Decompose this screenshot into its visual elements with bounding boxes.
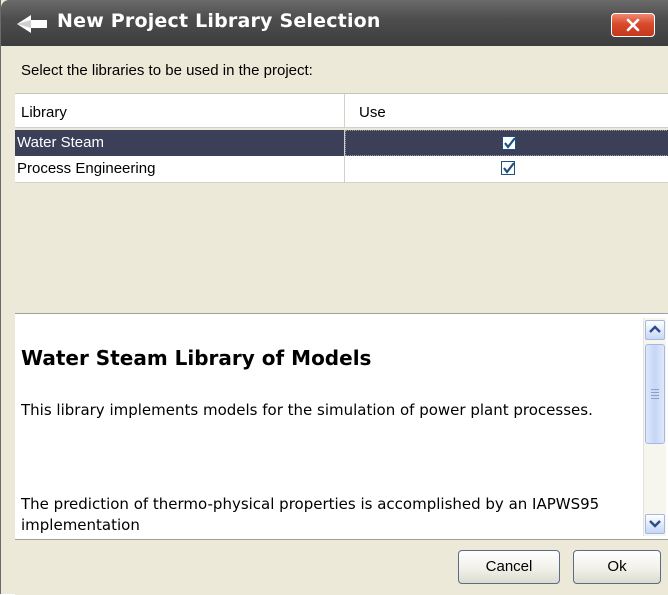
description-paragraph: The prediction of thermo-physical proper… (21, 495, 600, 534)
dialog-window: New Project Library Selection Select the… (0, 0, 668, 595)
title-bar[interactable]: New Project Library Selection (1, 0, 668, 46)
chevron-down-icon (649, 520, 661, 528)
description-heading: Water Steam Library of Models (21, 346, 372, 370)
grip-line (651, 398, 659, 399)
checkmark-icon (503, 162, 515, 174)
scroll-thumb[interactable] (645, 344, 665, 444)
ok-button[interactable]: Ok (573, 550, 661, 584)
description-paragraph: This library implements models for the s… (21, 401, 593, 419)
table-row-process-engineering[interactable]: Process Engineering (15, 156, 668, 183)
grip-line (651, 395, 659, 396)
back-arrow-icon (15, 12, 49, 36)
column-header-use[interactable]: Use (345, 94, 668, 128)
library-name-cell[interactable]: Process Engineering (15, 156, 345, 182)
grip-line (651, 392, 659, 393)
scroll-down-button[interactable] (645, 514, 665, 534)
column-header-library[interactable]: Library (15, 94, 345, 128)
use-checkbox-process-engineering[interactable] (501, 161, 515, 175)
grip-line (651, 389, 659, 390)
use-checkbox-water-steam[interactable] (502, 136, 516, 150)
close-button[interactable] (611, 13, 655, 37)
library-table: Library Use Water Steam Process Engineer… (15, 93, 668, 314)
scroll-up-button[interactable] (645, 320, 665, 340)
use-cell[interactable] (345, 156, 668, 182)
window-title: New Project Library Selection (57, 10, 381, 32)
instruction-label: Select the libraries to be used in the p… (21, 62, 313, 79)
vertical-scrollbar[interactable] (643, 318, 666, 536)
chevron-up-icon (649, 325, 661, 333)
use-cell[interactable] (345, 130, 668, 156)
library-name-cell[interactable]: Water Steam (15, 130, 345, 156)
close-icon (626, 18, 640, 32)
table-row-water-steam[interactable]: Water Steam (15, 130, 668, 156)
library-description-panel[interactable]: Water Steam Library of Models This libra… (15, 313, 668, 540)
checkmark-icon (504, 137, 516, 149)
cancel-button[interactable]: Cancel (458, 550, 560, 584)
button-bar: Cancel Ok (15, 539, 668, 595)
